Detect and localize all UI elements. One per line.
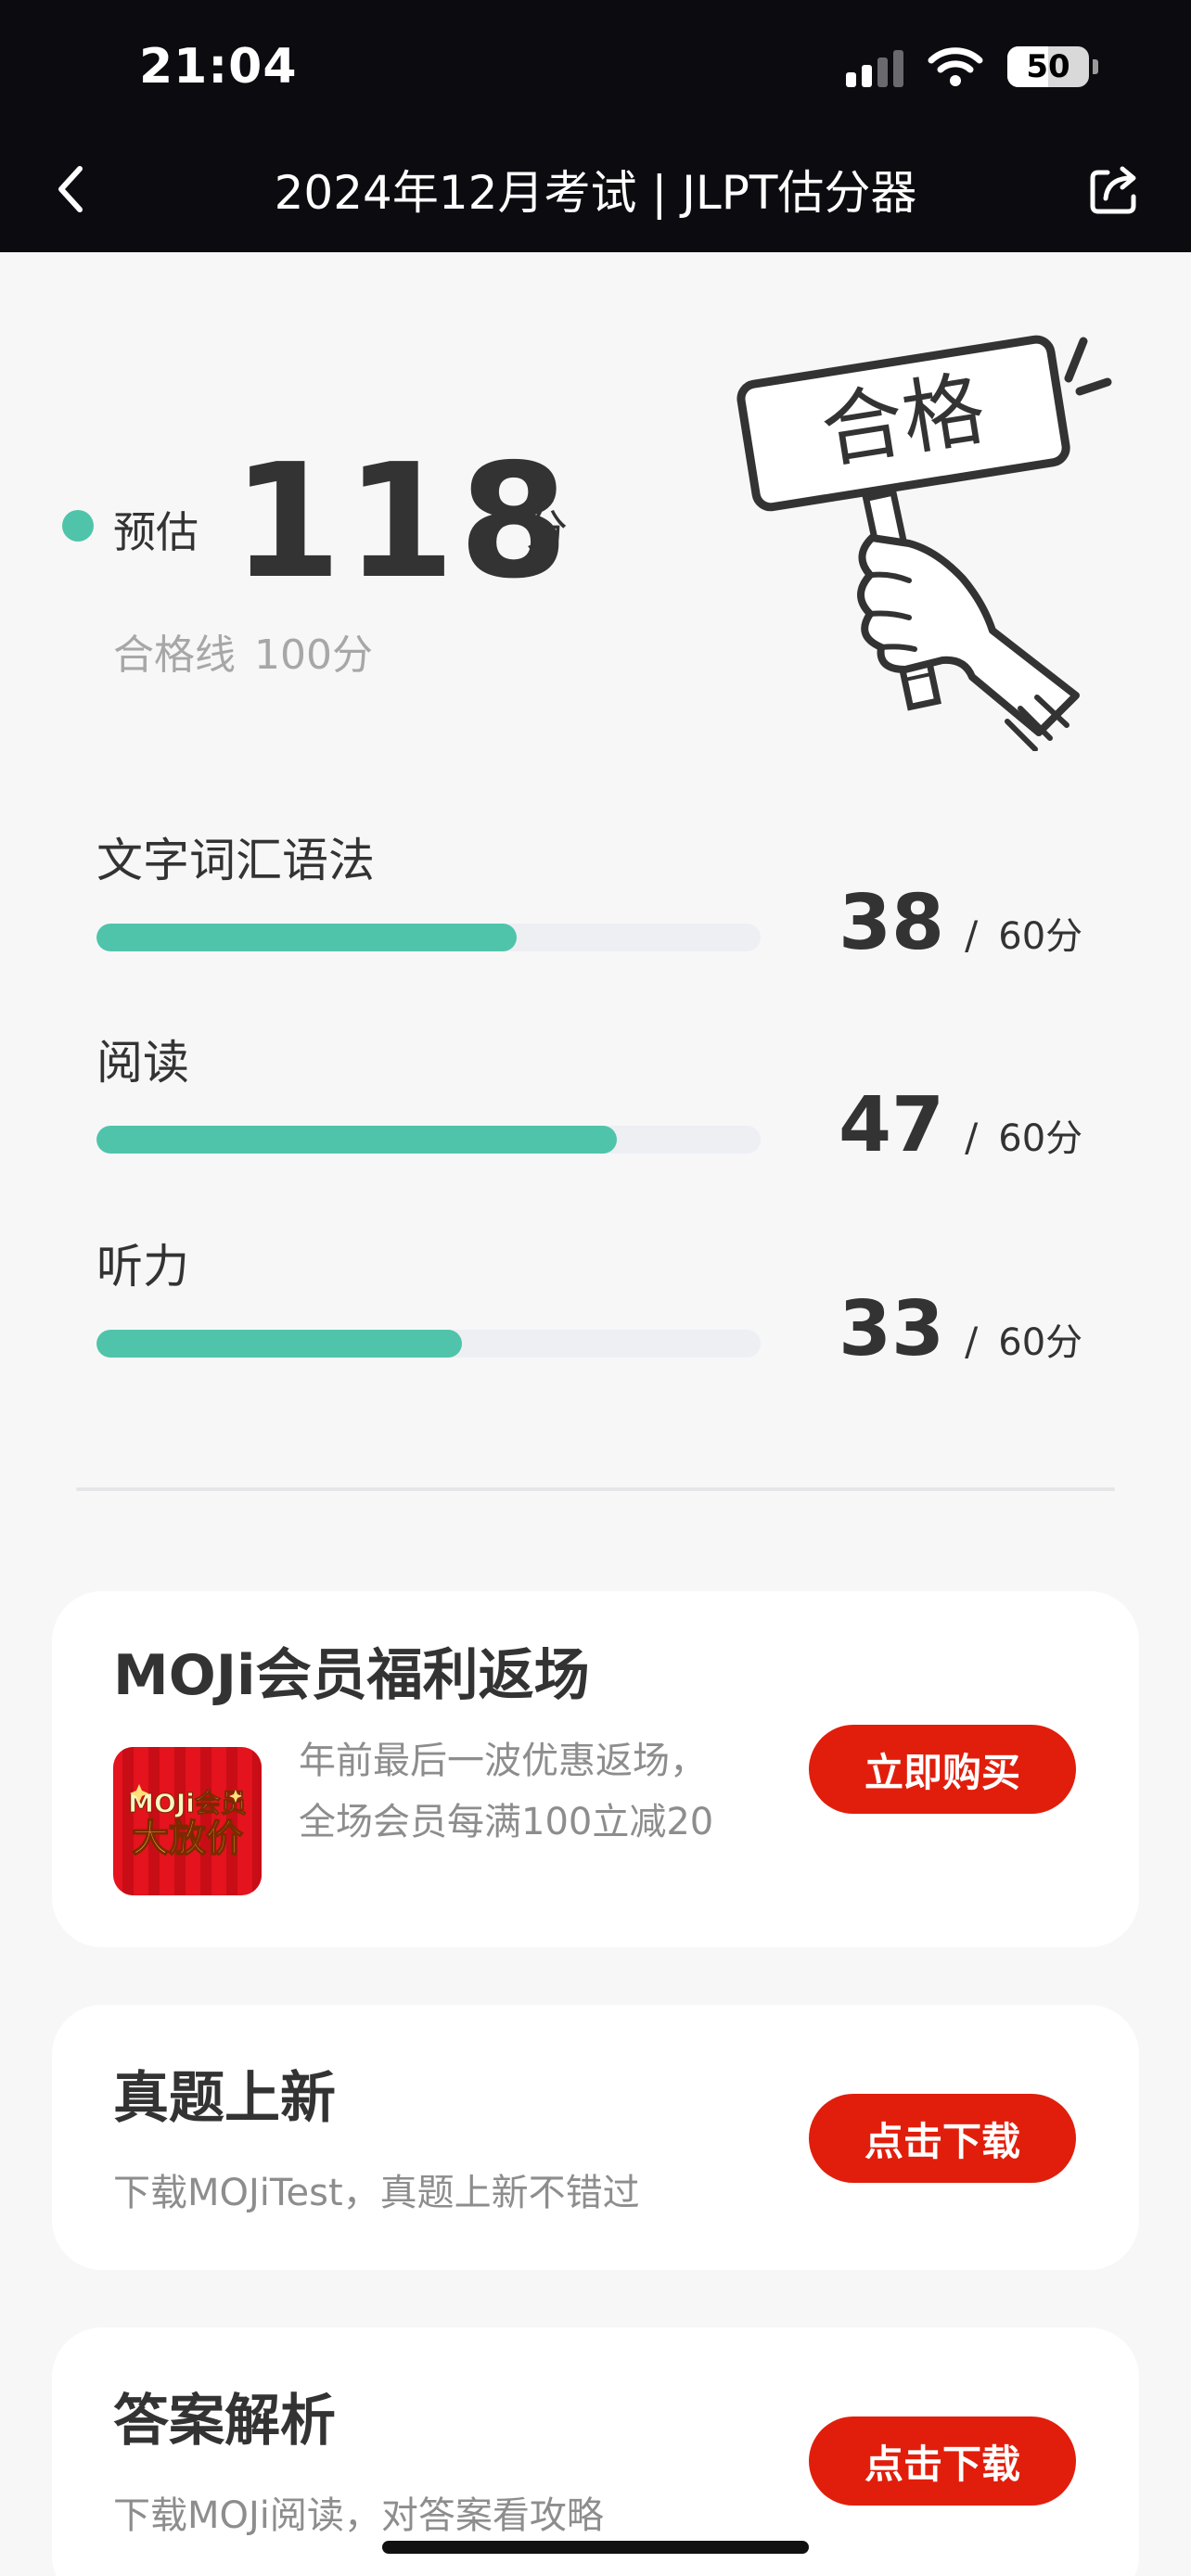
wifi-icon <box>928 47 983 86</box>
divider <box>76 1487 1115 1491</box>
section-label: 阅读 <box>96 1036 189 1090</box>
pass-line: 合格线 100分 <box>113 621 391 681</box>
score-separator: / <box>965 1319 979 1364</box>
share-icon <box>1090 166 1136 214</box>
section-vocab-grammar: 文字词汇语法 38 / 60分 <box>96 823 1098 1009</box>
download-reading-button[interactable]: 点击下载 <box>809 2417 1076 2506</box>
answer-title: 答案解析 <box>113 2389 336 2454</box>
progress-fill <box>96 1330 462 1358</box>
section-reading: 阅读 47 / 60分 <box>96 1026 1098 1211</box>
section-listening: 听力 33 / 60分 <box>96 1230 1098 1415</box>
section-label: 文字词汇语法 <box>96 834 375 887</box>
exam-card[interactable]: 真题上新 下载MOJiTest，真题上新不错过 点击下载 <box>52 2005 1139 2270</box>
section-score-value: 33 <box>839 1285 945 1373</box>
score-separator: / <box>965 912 979 958</box>
section-score: 33 / 60分 <box>839 1285 1082 1373</box>
score-prefix: 预估 <box>113 507 198 557</box>
answer-card[interactable]: 答案解析 下载MOJi阅读，对答案看攻略 点击下载 <box>52 2327 1139 2576</box>
promo-card[interactable]: MOJi会员福利返场 MOJi会员 大放价 年前最后一波优惠返场，全场会员每满1… <box>52 1591 1139 1947</box>
progress-fill <box>96 1126 617 1154</box>
promo-image-line2: 大放价 <box>132 1817 243 1860</box>
signal-icon <box>846 46 903 87</box>
section-score-max: 60分 <box>998 1117 1083 1160</box>
section-score-value: 47 <box>839 1081 945 1169</box>
exam-title: 真题上新 <box>113 2066 336 2131</box>
progress-track <box>96 1126 761 1154</box>
section-score: 38 / 60分 <box>839 879 1082 967</box>
status-icons: 50 <box>846 39 1098 95</box>
pass-line-label: 合格线 <box>113 631 236 679</box>
back-button[interactable] <box>52 159 96 219</box>
download-test-button[interactable]: 点击下载 <box>809 2094 1076 2183</box>
section-score-max: 60分 <box>998 1321 1083 1364</box>
promo-description: 年前最后一波优惠返场，全场会员每满100立减20 <box>299 1740 714 1843</box>
score-separator: / <box>965 1115 979 1160</box>
section-score-value: 38 <box>839 879 945 967</box>
pass-line-value: 100分 <box>254 631 373 679</box>
progress-track <box>96 924 761 951</box>
section-score: 47 / 60分 <box>839 1081 1082 1169</box>
pass-stamp-icon: 合格 <box>736 335 1112 751</box>
answer-description: 下载MOJi阅读，对答案看攻略 <box>113 2494 604 2537</box>
score-unit: 分 <box>525 505 568 555</box>
top-bar: 21:04 50 2024年12月考试 | JLPT估分器 <box>0 0 1191 252</box>
promo-title: MOJi会员福利返场 <box>113 1643 590 1708</box>
promo-image: MOJi会员 大放价 <box>113 1747 262 1895</box>
section-score-max: 60分 <box>998 915 1083 958</box>
home-indicator <box>382 2541 809 2554</box>
exam-description: 下载MOJiTest，真题上新不错过 <box>113 2172 640 2214</box>
progress-fill <box>96 924 518 951</box>
section-label: 听力 <box>96 1240 189 1294</box>
buy-now-button[interactable]: 立即购买 <box>809 1725 1076 1814</box>
back-icon <box>58 166 83 212</box>
page-title: 2024年12月考试 | JLPT估分器 <box>274 166 917 220</box>
share-button[interactable] <box>1087 163 1143 215</box>
score-dot <box>62 510 94 542</box>
status-time: 21:04 <box>139 39 298 95</box>
battery-icon: 50 <box>1007 46 1098 87</box>
estimated-score: 118 <box>232 430 572 614</box>
app-root: 21:04 50 2024年12月考试 | JLPT估分器 预估 118 分 合… <box>0 0 1191 2576</box>
progress-track <box>96 1330 761 1358</box>
battery-level: 50 <box>1026 48 1070 85</box>
promo-badge-icon: MOJi会员 大放价 <box>113 1747 262 1895</box>
